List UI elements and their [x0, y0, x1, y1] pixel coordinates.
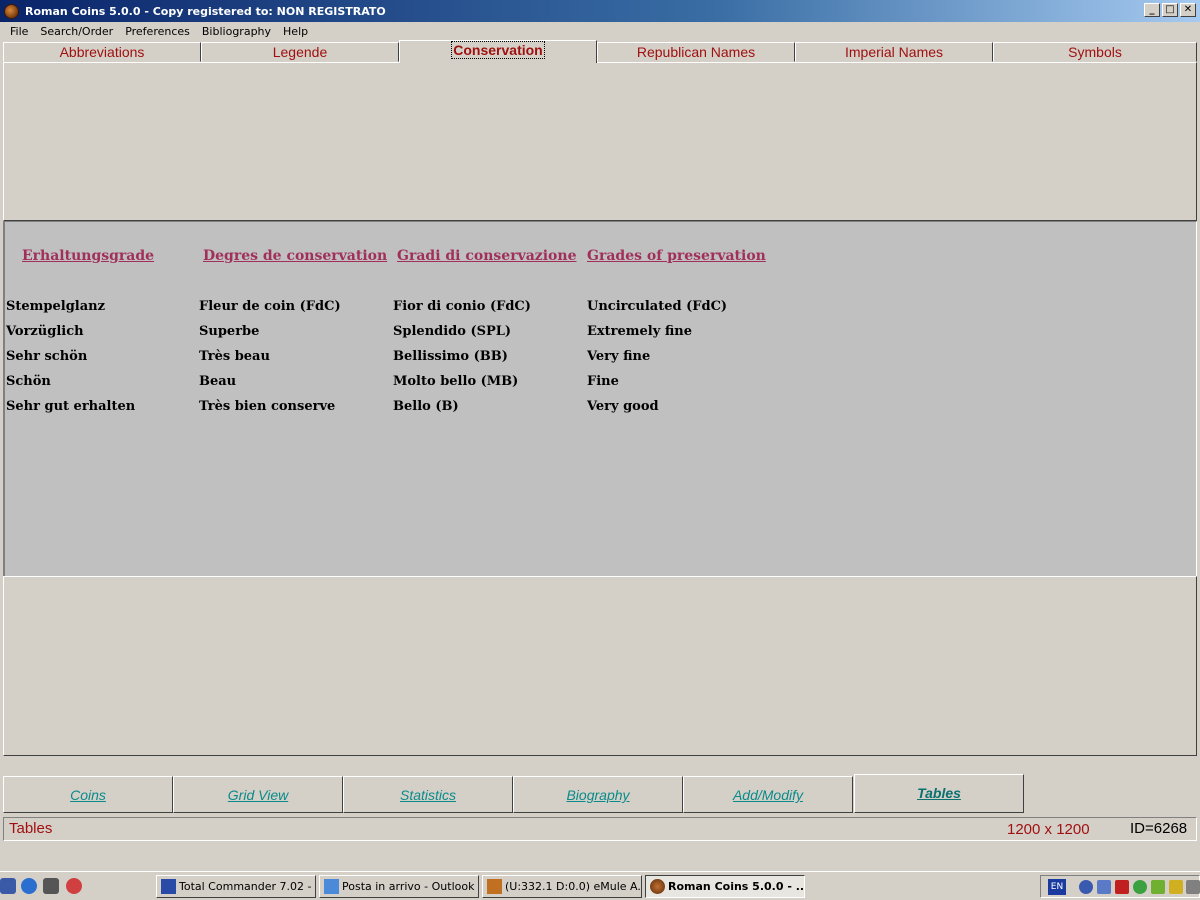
tab-conservation[interactable]: Conservation — [399, 40, 597, 63]
tab-add-modify[interactable]: Add/Modify — [683, 776, 853, 813]
tab-coins[interactable]: Coins — [3, 776, 173, 813]
table-tabs: Abbreviations Legende Conservation Repub… — [3, 40, 1197, 63]
network-icon[interactable] — [1079, 880, 1093, 894]
tab-imperial-names[interactable]: Imperial Names — [795, 42, 993, 62]
outlook-icon — [324, 879, 339, 894]
view-tabs: Coins Grid View Statistics Biography Add… — [3, 774, 1197, 814]
quick-launch-red-icon[interactable] — [66, 878, 82, 894]
maximize-button[interactable]: □ — [1162, 3, 1178, 17]
window-title: Roman Coins 5.0.0 - Copy registered to: … — [25, 4, 386, 18]
status-record-id: ID=6268 — [1130, 820, 1188, 837]
table-cell: Bellissimo (BB) — [393, 349, 508, 364]
nvidia-icon[interactable] — [1151, 880, 1165, 894]
tab-legende[interactable]: Legende — [201, 42, 399, 62]
menu-bibliography[interactable]: Bibliography — [196, 25, 277, 38]
conservation-table: Erhaltungsgrade Degres de conservation G… — [3, 221, 1197, 576]
table-cell: Very fine — [587, 349, 651, 364]
table-cell: Schön — [6, 374, 51, 389]
menu-search-order[interactable]: Search/Order — [34, 25, 119, 38]
security-icon[interactable] — [1097, 880, 1111, 894]
coin-icon — [650, 879, 665, 894]
task-roman-coins[interactable]: Roman Coins 5.0.0 - ... — [645, 875, 805, 898]
floppy-icon — [161, 879, 176, 894]
status-bar: Tables 1200 x 1200 ID=6268 — [3, 817, 1197, 841]
minimize-button[interactable]: _ — [1144, 3, 1160, 17]
task-outlook[interactable]: Posta in arrivo - Outlook ... — [319, 875, 479, 898]
table-cell: Très beau — [199, 349, 270, 364]
column-header-german: Erhaltungsgrade — [22, 248, 155, 264]
menu-bar: File Search/Order Preferences Bibliograp… — [0, 22, 1200, 40]
table-cell: Vorzüglich — [6, 324, 84, 339]
table-cell: Uncirculated (FdC) — [587, 299, 728, 314]
title-bar: Roman Coins 5.0.0 - Copy registered to: … — [0, 0, 1200, 22]
lower-panel — [3, 576, 1197, 756]
table-cell: Splendido (SPL) — [393, 324, 512, 339]
taskbar: Total Commander 7.02 - ... Posta in arri… — [0, 871, 1200, 900]
menu-file[interactable]: File — [4, 25, 34, 38]
table-cell: Very good — [587, 399, 659, 414]
menu-help[interactable]: Help — [277, 25, 314, 38]
tab-statistics[interactable]: Statistics — [343, 776, 513, 813]
table-cell: Extremely fine — [587, 324, 693, 339]
column-header-italian: Gradi di conservazione — [397, 248, 577, 264]
menu-preferences[interactable]: Preferences — [119, 25, 196, 38]
language-indicator[interactable]: EN — [1048, 879, 1066, 895]
table-cell: Sehr schön — [6, 349, 88, 364]
volume-icon[interactable] — [1186, 880, 1200, 894]
table-cell: Très bien conserve — [199, 399, 336, 414]
table-cell: Fine — [587, 374, 619, 389]
tab-biography[interactable]: Biography — [513, 776, 683, 813]
status-section: Tables — [9, 820, 53, 837]
table-cell: Molto bello (MB) — [393, 374, 519, 389]
sync-icon[interactable] — [1133, 880, 1147, 894]
quick-launch-media-icon[interactable] — [21, 878, 37, 894]
shield-icon[interactable] — [1169, 880, 1183, 894]
emule-icon — [487, 879, 502, 894]
tab-abbreviations[interactable]: Abbreviations — [3, 42, 201, 62]
table-cell: Superbe — [199, 324, 260, 339]
app-coin-icon — [4, 3, 19, 19]
table-cell: Stempelglanz — [6, 299, 106, 314]
table-cell: Sehr gut erhalten — [6, 399, 136, 414]
tab-grid-view[interactable]: Grid View — [173, 776, 343, 813]
system-tray: EN — [1040, 875, 1200, 898]
tab-republican-names[interactable]: Republican Names — [597, 42, 795, 62]
table-cell: Bello (B) — [393, 399, 459, 414]
table-cell: Fior di conio (FdC) — [393, 299, 531, 314]
tab-symbols[interactable]: Symbols — [993, 42, 1197, 62]
table-cell: Beau — [199, 374, 237, 389]
column-header-english: Grades of preservation — [587, 248, 766, 264]
column-header-french: Degres de conservation — [203, 248, 388, 264]
antivirus-icon[interactable] — [1115, 880, 1129, 894]
quick-launch-save-icon[interactable] — [0, 878, 16, 894]
task-total-commander[interactable]: Total Commander 7.02 - ... — [156, 875, 316, 898]
quick-launch-alien-icon[interactable] — [43, 878, 59, 894]
task-emule[interactable]: (U:332.1 D:0.0) eMule A... — [482, 875, 642, 898]
window-controls: _ □ ✕ — [1144, 3, 1196, 17]
close-button[interactable]: ✕ — [1180, 3, 1196, 17]
table-cell: Fleur de coin (FdC) — [199, 299, 341, 314]
status-image-size: 1200 x 1200 — [1007, 821, 1090, 838]
upper-panel — [3, 62, 1197, 221]
tab-tables[interactable]: Tables — [854, 774, 1024, 813]
